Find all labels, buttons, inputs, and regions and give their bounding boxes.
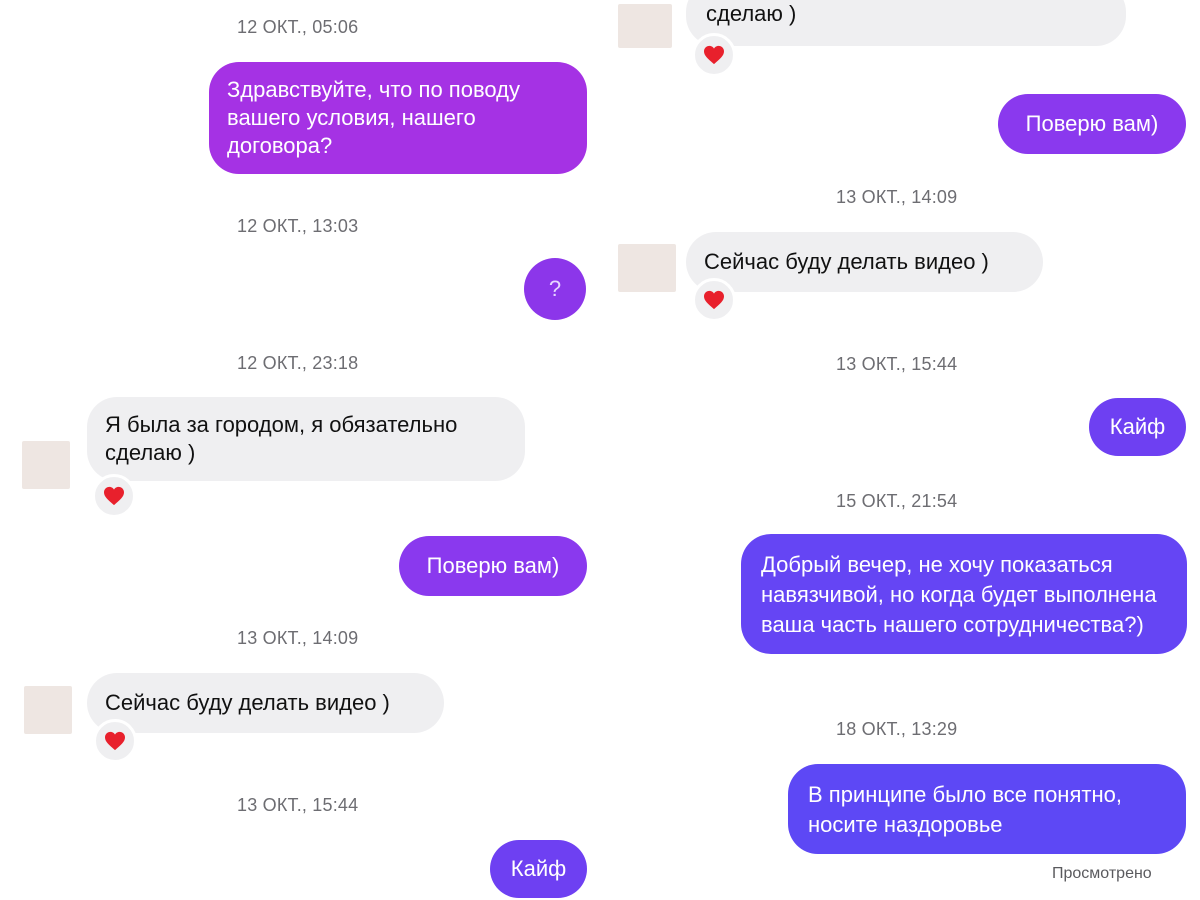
timestamp: 15 ОКТ., 21:54 [836,491,958,511]
reaction-badge[interactable] [92,474,136,518]
timestamp: 13 ОКТ., 15:44 [836,354,958,374]
outgoing-message[interactable]: Добрый вечер, не хочу показаться навязчи… [741,534,1187,654]
reaction-badge[interactable] [93,719,137,763]
heart-icon [105,731,125,751]
timestamp: 18 ОКТ., 13:29 [836,719,958,739]
avatar[interactable] [22,441,70,489]
incoming-message[interactable]: сделаю ) [686,0,1126,46]
avatar[interactable] [618,4,672,48]
chat-panel-right: сделаю ) Поверю вам) 13 ОКТ., 14:09 Сейч… [600,0,1200,900]
avatar[interactable] [618,244,676,292]
outgoing-message[interactable]: В принципе было все понятно, носите назд… [788,764,1186,854]
outgoing-message[interactable]: Кайф [490,840,587,898]
outgoing-message[interactable]: Поверю вам) [998,94,1186,154]
heart-icon [704,45,724,65]
heart-icon [704,290,724,310]
timestamp: 12 ОКТ., 13:03 [237,216,359,236]
chat-panel-left: 12 ОКТ., 05:06 Здравствуйте, что по пово… [0,0,600,900]
incoming-message[interactable]: Сейчас буду делать видео ) [686,232,1043,292]
timestamp: 12 ОКТ., 23:18 [237,353,359,373]
avatar[interactable] [24,686,72,734]
reaction-badge[interactable] [692,33,736,77]
timestamp: 13 ОКТ., 14:09 [836,187,958,207]
outgoing-message[interactable]: ? [524,258,586,320]
timestamp: 13 ОКТ., 14:09 [237,628,359,648]
seen-status: Просмотрено [1052,865,1152,882]
outgoing-message[interactable]: Поверю вам) [399,536,587,596]
incoming-message[interactable]: Сейчас буду делать видео ) [87,673,444,733]
outgoing-message[interactable]: Кайф [1089,398,1186,456]
incoming-message[interactable]: Я была за городом, я обязательно сделаю … [87,397,525,481]
outgoing-message[interactable]: Здравствуйте, что по поводу вашего услов… [209,62,587,174]
timestamp: 13 ОКТ., 15:44 [237,795,359,815]
heart-icon [104,486,124,506]
timestamp: 12 ОКТ., 05:06 [237,17,359,37]
reaction-badge[interactable] [692,278,736,322]
